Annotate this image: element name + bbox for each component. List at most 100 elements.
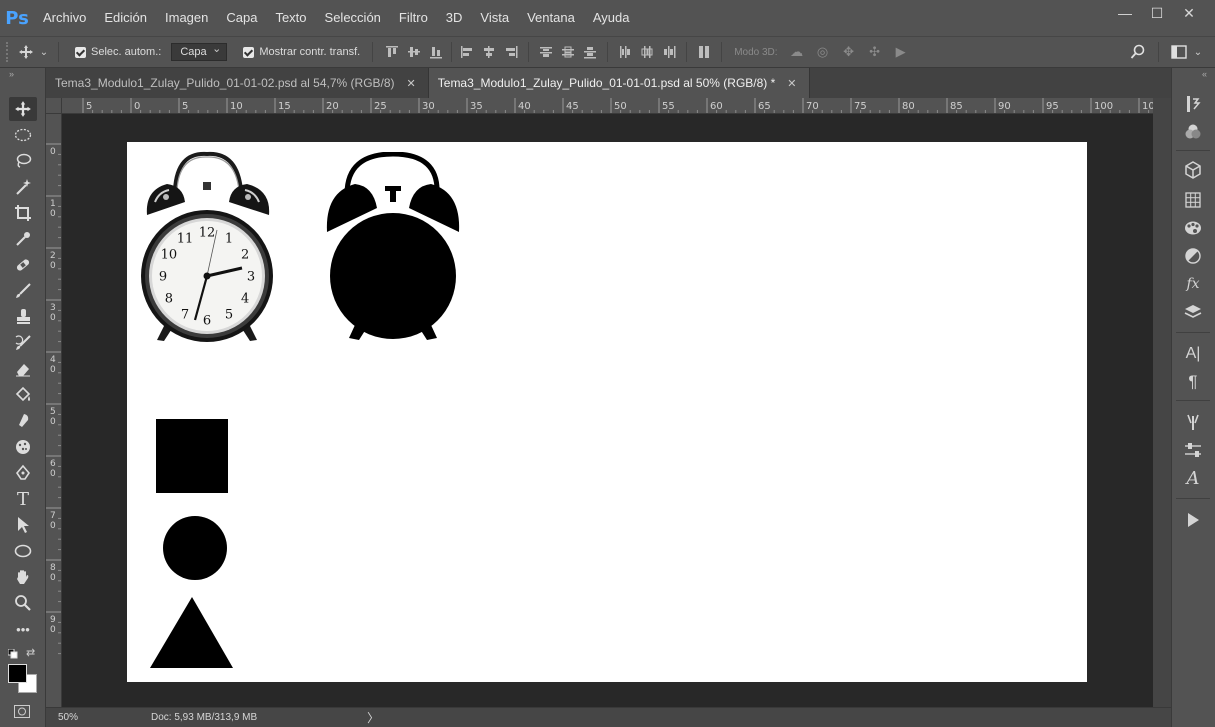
menu-seleccion[interactable]: Selección xyxy=(316,0,390,36)
align-bottom-icon[interactable] xyxy=(425,41,447,63)
photoshop-logo[interactable]: Ps xyxy=(0,0,34,36)
properties-panel-icon[interactable] xyxy=(1180,438,1206,462)
distribute-vcenter-icon[interactable] xyxy=(557,41,579,63)
ruler-origin[interactable] xyxy=(46,98,62,114)
auto-align-layers-icon[interactable] xyxy=(693,41,715,63)
marquee-tool-icon[interactable] xyxy=(9,123,37,147)
alarm-clock-photo[interactable]: 12 12 3 45678 9 10 11 xyxy=(137,150,277,350)
distribute-hcenter-icon[interactable] xyxy=(636,41,658,63)
chevron-down-icon[interactable]: ⌄ xyxy=(1191,41,1205,63)
collapse-toolbar-icon[interactable]: » xyxy=(0,68,45,80)
healing-brush-tool-icon[interactable] xyxy=(9,253,37,277)
close-button[interactable]: ✕ xyxy=(1173,2,1205,24)
path-selection-tool-icon[interactable] xyxy=(9,513,37,537)
menu-ayuda[interactable]: Ayuda xyxy=(584,0,639,36)
maximize-button[interactable]: ☐ xyxy=(1141,2,1173,24)
align-hcenter-icon[interactable] xyxy=(478,41,500,63)
status-menu-arrow[interactable]: 〉 xyxy=(367,709,379,726)
ellipse-tool-icon[interactable] xyxy=(9,539,37,563)
minimize-button[interactable]: — xyxy=(1109,2,1141,24)
distribute-right-icon[interactable] xyxy=(658,41,680,63)
align-right-icon[interactable] xyxy=(500,41,522,63)
lasso-tool-icon[interactable] xyxy=(9,149,37,173)
brush-tool-icon[interactable] xyxy=(9,279,37,303)
brush-settings-icon[interactable] xyxy=(1180,410,1206,434)
menu-vista[interactable]: Vista xyxy=(471,0,518,36)
close-icon[interactable]: ✕ xyxy=(407,77,416,90)
move-tool-icon[interactable] xyxy=(9,97,37,121)
auto-select-checkbox[interactable] xyxy=(75,46,86,58)
styles-panel-icon[interactable] xyxy=(1180,216,1206,240)
zoom-tool-icon[interactable] xyxy=(9,591,37,615)
square-shape[interactable] xyxy=(156,419,228,493)
magic-wand-tool-icon[interactable] xyxy=(9,175,37,199)
move-tool-preset-icon[interactable] xyxy=(14,41,38,63)
tab-document-01[interactable]: Tema3_Modulo1_Zulay_Pulido_01-01-01.psd … xyxy=(428,68,810,98)
menu-filtro[interactable]: Filtro xyxy=(390,0,437,36)
roll-3d-icon[interactable]: ◎ xyxy=(810,41,836,63)
vertical-scrollbar[interactable] xyxy=(1153,98,1171,707)
align-left-icon[interactable] xyxy=(456,41,478,63)
character-panel-icon[interactable]: A| xyxy=(1180,342,1206,366)
eraser-tool-icon[interactable] xyxy=(9,357,37,381)
close-icon[interactable]: ✕ xyxy=(787,77,796,90)
horizontal-ruler[interactable]: 5 0 5 10 15 20 25 30 35 40 45 50 55 60 65 70 75 80 85 90 95 1… xyxy=(62,98,1153,114)
foreground-color-swatch[interactable] xyxy=(8,664,27,683)
menu-capa[interactable]: Capa xyxy=(217,0,266,36)
orbit-3d-icon[interactable]: ☁ xyxy=(784,41,810,63)
align-top-icon[interactable] xyxy=(381,41,403,63)
menu-edicion[interactable]: Edición xyxy=(95,0,156,36)
camera-3d-icon[interactable]: ▶ xyxy=(888,41,914,63)
auto-select-dropdown[interactable]: Capa xyxy=(171,41,228,61)
workspace-icon[interactable] xyxy=(1167,41,1191,63)
document-canvas[interactable]: 12 1 2 3 4 5 6 7 8 9 10 11 xyxy=(127,142,1087,682)
clone-stamp-tool-icon[interactable] xyxy=(9,305,37,329)
swap-colors-icon[interactable]: ⇄ xyxy=(26,646,35,659)
layer-effects-icon[interactable]: fx xyxy=(1180,272,1206,296)
zoom-level[interactable]: 50% xyxy=(46,712,96,723)
menu-3d[interactable]: 3D xyxy=(437,0,472,36)
canvas-workspace[interactable]: 12 1 2 3 4 5 6 7 8 9 10 11 xyxy=(62,114,1153,707)
menu-ventana[interactable]: Ventana xyxy=(518,0,584,36)
actions-panel-icon[interactable] xyxy=(1180,508,1206,532)
alarm-clock-silhouette[interactable] xyxy=(325,152,465,342)
color-panel-icon[interactable] xyxy=(1180,120,1206,144)
paragraph-panel-icon[interactable]: ¶ xyxy=(1180,370,1206,394)
options-grip[interactable] xyxy=(6,42,14,62)
sponge-tool-icon[interactable] xyxy=(9,435,37,459)
distribute-bottom-icon[interactable] xyxy=(579,41,601,63)
pen-tool-icon[interactable] xyxy=(9,461,37,485)
collapse-panels-icon[interactable]: « xyxy=(1172,68,1215,80)
align-vcenter-icon[interactable] xyxy=(403,41,425,63)
paint-bucket-tool-icon[interactable] xyxy=(9,383,37,407)
history-brush-tool-icon[interactable] xyxy=(9,331,37,355)
layers-panel-icon[interactable] xyxy=(1180,300,1206,324)
type-tool-icon[interactable]: T xyxy=(9,487,37,511)
crop-tool-icon[interactable] xyxy=(9,201,37,225)
triangle-shape[interactable] xyxy=(150,597,234,669)
tab-document-02[interactable]: Tema3_Modulo1_Zulay_Pulido_01-01-02.psd … xyxy=(46,68,429,98)
show-transform-checkbox[interactable] xyxy=(243,46,255,58)
vertical-ruler[interactable]: 0102030405060708090 xyxy=(46,114,62,707)
distribute-top-icon[interactable] xyxy=(535,41,557,63)
quick-mask-icon[interactable] xyxy=(14,705,30,721)
search-icon[interactable] xyxy=(1126,41,1150,63)
history-panel-icon[interactable] xyxy=(1180,92,1206,116)
menu-imagen[interactable]: Imagen xyxy=(156,0,217,36)
adjustments-panel-icon[interactable] xyxy=(1180,244,1206,268)
slide-3d-icon[interactable]: ✣ xyxy=(862,41,888,63)
menu-texto[interactable]: Texto xyxy=(266,0,315,36)
distribute-left-icon[interactable] xyxy=(614,41,636,63)
chevron-down-icon[interactable]: ⌄ xyxy=(38,41,50,63)
glyphs-panel-icon[interactable]: A xyxy=(1180,466,1206,490)
3d-panel-icon[interactable] xyxy=(1180,158,1206,182)
swatches-panel-icon[interactable] xyxy=(1180,188,1206,212)
more-tools-icon[interactable]: ••• xyxy=(9,617,37,641)
default-colors-icon[interactable] xyxy=(7,648,18,659)
eyedropper-tool-icon[interactable] xyxy=(9,227,37,251)
circle-shape[interactable] xyxy=(163,516,227,580)
hand-tool-icon[interactable] xyxy=(9,565,37,589)
menu-archivo[interactable]: Archivo xyxy=(34,0,95,36)
smudge-tool-icon[interactable] xyxy=(9,409,37,433)
pan-3d-icon[interactable]: ✥ xyxy=(836,41,862,63)
